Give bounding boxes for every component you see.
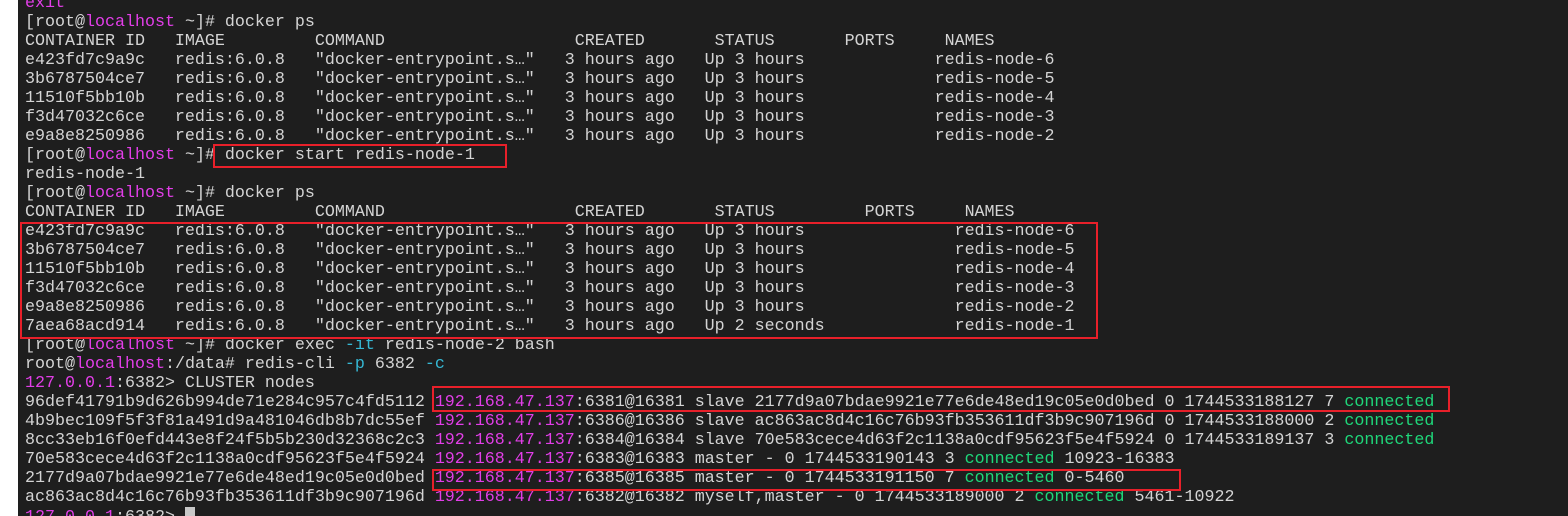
terminal-text: connected <box>1344 412 1435 431</box>
terminal-text: connected <box>964 450 1055 469</box>
terminal-text: -c <box>424 355 445 374</box>
highlight-box-docker-start <box>213 144 507 168</box>
terminal-line: 3b6787504ce7 redis:6.0.8 "docker-entrypo… <box>25 70 1434 89</box>
terminal-text: exit <box>25 0 65 13</box>
terminal-text: 192.168.47.137 <box>434 450 575 469</box>
terminal-text: [root@ <box>25 184 85 203</box>
terminal-text: ~]# docker ps <box>174 13 315 32</box>
terminal-text: 10923-16383 <box>1054 450 1175 469</box>
terminal-text: e423fd7c9a9c redis:6.0.8 "docker-entrypo… <box>25 51 1055 70</box>
terminal-text: :6382> <box>115 508 185 516</box>
terminal-text: 2177d9a07bdae9921e77e6de48ed19c05e0d0bed <box>25 469 435 488</box>
terminal-text: 192.168.47.137 <box>434 412 575 431</box>
terminal-cursor <box>184 507 195 516</box>
terminal-text: 127.0.0.1 <box>25 508 115 516</box>
terminal-text: :6382> CLUSTER nodes <box>114 374 315 393</box>
highlight-box-container-list <box>20 222 1098 339</box>
terminal-text: ac863ac8d4c16c76b93fb353611df3b9c907196d <box>25 488 435 507</box>
terminal-line: 8cc33eb16f0efd443e8f24f5b5b230d32368c2c3… <box>25 431 1434 450</box>
terminal-text: 8cc33eb16f0efd443e8f24f5b5b230d32368c2c3 <box>25 431 435 450</box>
terminal-text: f3d47032c6ce redis:6.0.8 "docker-entrypo… <box>25 108 1055 127</box>
terminal-text: connected <box>1344 431 1435 450</box>
terminal-text: e9a8e8250986 redis:6.0.8 "docker-entrypo… <box>25 127 1055 146</box>
terminal-line: CONTAINER ID IMAGE COMMAND CREATED STATU… <box>25 203 1434 222</box>
terminal-text: ~]# docker ps <box>174 184 315 203</box>
terminal-text: localhost <box>84 146 175 165</box>
terminal-text: localhost <box>74 355 165 374</box>
terminal-line: root@localhost:/data# redis-cli -p 6382 … <box>25 355 1434 374</box>
terminal-line: 4b9bec109f5f3f81a491d9a481046db8b7dc55ef… <box>25 412 1434 431</box>
terminal-text: :6383@16383 master - 0 1744533190143 3 <box>574 450 965 469</box>
highlight-box-master-node <box>432 469 1181 491</box>
terminal-line: [root@localhost ~]# docker ps <box>25 184 1434 203</box>
terminal-text: [root@ <box>25 13 85 32</box>
terminal-text: [root@ <box>25 146 85 165</box>
terminal-text: :6386@16386 slave ac863ac8d4c16c76b93fb3… <box>574 412 1345 431</box>
terminal-text: localhost <box>84 13 175 32</box>
terminal-line: [root@localhost ~]# docker ps <box>25 13 1434 32</box>
terminal-text: 96def41791b9d626b994de71e284c957c4fd5112 <box>25 393 435 412</box>
terminal-text: localhost <box>84 184 175 203</box>
terminal-text: 192.168.47.137 <box>434 431 575 450</box>
terminal-text: 127.0.0.1 <box>25 374 115 393</box>
terminal-line: f3d47032c6ce redis:6.0.8 "docker-entrypo… <box>25 108 1434 127</box>
terminal-line: exit <box>25 0 1434 13</box>
terminal-line: 127.0.0.1:6382> <box>25 507 1434 516</box>
terminal-window[interactable]: exit [root@localhost ~]# docker ps CONTAIN… <box>18 0 1568 516</box>
terminal-line: 70e583cece4d63f2c1138a0cdf95623f5e4f5924… <box>25 450 1434 469</box>
highlight-box-slave-node <box>432 386 1450 412</box>
terminal-text: -p <box>344 355 365 374</box>
terminal-text: 6382 <box>364 355 425 374</box>
terminal-text: 4b9bec109f5f3f81a491d9a481046db8b7dc55ef <box>25 412 435 431</box>
terminal-line: 11510f5bb10b redis:6.0.8 "docker-entrypo… <box>25 89 1434 108</box>
terminal-text: 70e583cece4d63f2c1138a0cdf95623f5e4f5924 <box>25 450 435 469</box>
terminal-text: 3b6787504ce7 redis:6.0.8 "docker-entrypo… <box>25 70 1055 89</box>
terminal-line: CONTAINER ID IMAGE COMMAND CREATED STATU… <box>25 32 1434 51</box>
terminal-text: :/data# redis-cli <box>164 355 345 374</box>
left-panel-edge <box>0 0 19 516</box>
terminal-text: :6384@16384 slave 70e583cece4d63f2c1138a… <box>574 431 1345 450</box>
terminal-text: redis-node-1 <box>25 165 145 184</box>
terminal-line: e423fd7c9a9c redis:6.0.8 "docker-entrypo… <box>25 51 1434 70</box>
terminal-text: CONTAINER ID IMAGE COMMAND CREATED STATU… <box>25 203 1015 222</box>
terminal-text: root@ <box>25 355 75 374</box>
terminal-text: 11510f5bb10b redis:6.0.8 "docker-entrypo… <box>25 89 1055 108</box>
terminal-text: CONTAINER ID IMAGE COMMAND CREATED STATU… <box>25 32 995 51</box>
